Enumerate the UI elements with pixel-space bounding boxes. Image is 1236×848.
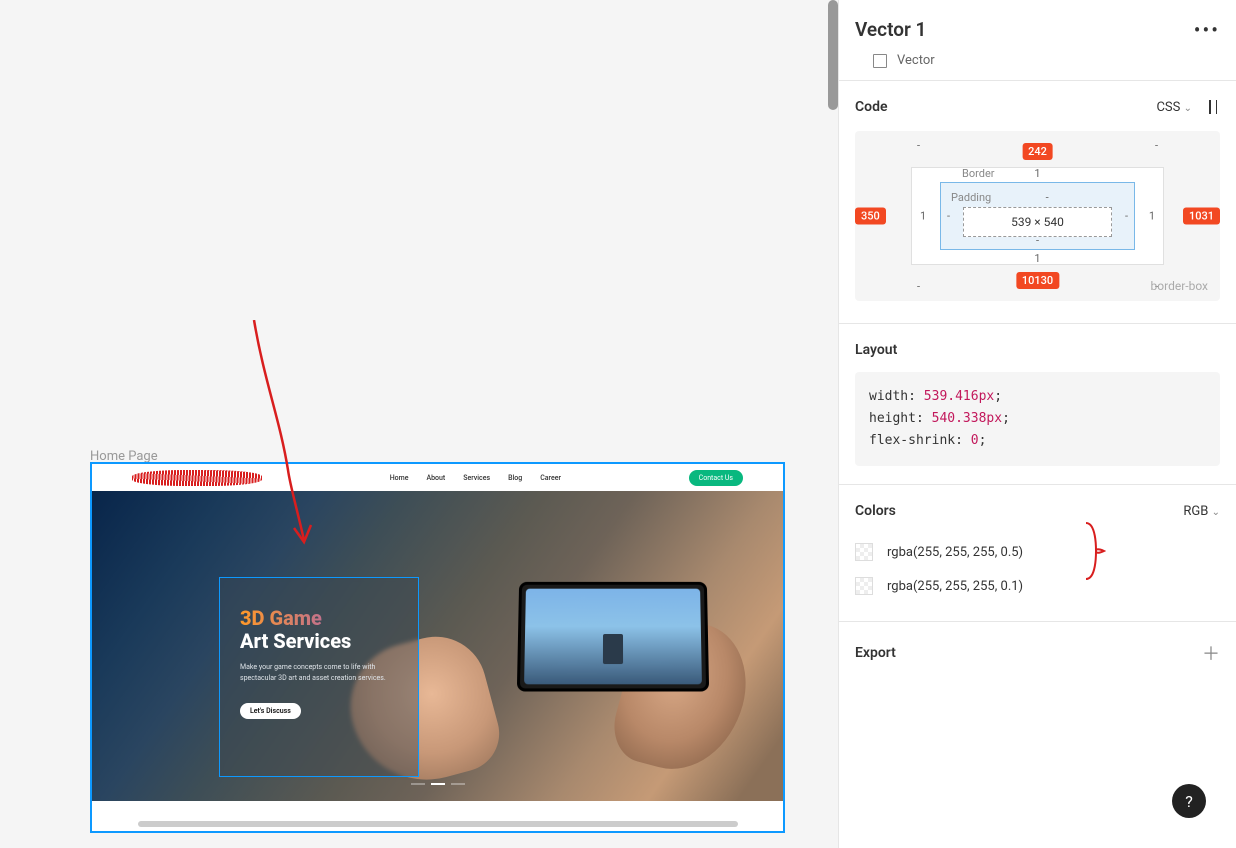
inspector-panel: Vector 1 ••• Vector Code CSS ⌄ 242 350 1…: [838, 0, 1236, 848]
code-settings-icon[interactable]: [1206, 100, 1220, 114]
code-section: Code CSS ⌄ 242 350 1031 10130 - - Border…: [839, 80, 1236, 323]
add-export-icon[interactable]: ＋: [1202, 640, 1220, 666]
mock-navbar: Home About Services Blog Career Contact …: [92, 464, 783, 491]
nav-item: Career: [540, 474, 561, 482]
nav-item: Blog: [508, 474, 522, 482]
hero-phone-screen: [524, 589, 702, 685]
color-mode-dropdown[interactable]: RGB ⌄: [1183, 504, 1220, 519]
hero-title-gradient: 3D Game: [240, 606, 398, 630]
box-sizing-label: border-box: [1151, 279, 1208, 293]
hero-section: 3D Game Art Services Make your game conc…: [92, 491, 783, 801]
code-section-label: Code: [855, 99, 888, 115]
mock-horizontal-scrollbar: [92, 801, 783, 831]
hero-phone: [517, 582, 709, 692]
mock-logo-scribble: [132, 470, 262, 486]
design-canvas[interactable]: Home Page Home About Services Blog Caree…: [0, 0, 838, 848]
color-item[interactable]: rgba(255, 255, 255, 0.1): [855, 569, 1220, 603]
layout-code-block[interactable]: width: 539.416px; height: 540.338px; fle…: [855, 372, 1220, 466]
more-options-icon[interactable]: •••: [1194, 25, 1220, 35]
layout-section-label: Layout: [855, 342, 1220, 358]
color-swatch: [855, 577, 873, 595]
margin-right-badge: 1031: [1183, 208, 1220, 225]
export-section-label: Export: [855, 645, 896, 661]
border-label: Border: [962, 167, 995, 180]
color-swatch: [855, 543, 873, 561]
colors-section: Colors RGB ⌄ rgba(255, 255, 255, 0.5) rg…: [839, 484, 1236, 621]
nav-item: Home: [390, 474, 409, 482]
nav-item: Services: [463, 474, 490, 482]
color-value: rgba(255, 255, 255, 0.1): [887, 579, 1023, 594]
frame-home-page[interactable]: Home About Services Blog Career Contact …: [90, 462, 785, 833]
canvas-scrollbar[interactable]: [828, 0, 838, 110]
padding-label: Padding: [951, 191, 991, 204]
hero-discuss-button: Let's Discuss: [240, 703, 301, 719]
color-value: rgba(255, 255, 255, 0.5): [887, 545, 1023, 560]
layer-name-title: Vector 1: [855, 18, 926, 41]
colors-section-label: Colors: [855, 503, 896, 519]
nav-item: About: [426, 474, 445, 482]
help-button[interactable]: ?: [1172, 784, 1206, 818]
carousel-dots: [411, 783, 465, 785]
vector-icon: [873, 54, 887, 68]
margin-left-badge: 350: [855, 208, 886, 225]
layout-section: Layout width: 539.416px; height: 540.338…: [839, 323, 1236, 484]
export-section: Export ＋: [839, 621, 1236, 684]
box-model-diagram[interactable]: 242 350 1031 10130 - - Border 1 1 1 1 Pa…: [855, 131, 1220, 301]
chevron-down-icon: ⌄: [1212, 507, 1220, 518]
hero-body: Make your game concepts come to life wit…: [240, 662, 390, 684]
color-item[interactable]: rgba(255, 255, 255, 0.5): [855, 535, 1220, 569]
code-lang-dropdown[interactable]: CSS ⌄: [1156, 100, 1192, 115]
layer-type-row[interactable]: Vector: [839, 49, 1236, 80]
content-size: 539 × 540: [963, 207, 1112, 237]
chevron-down-icon: ⌄: [1184, 103, 1192, 114]
selected-vector-overlay[interactable]: 3D Game Art Services Make your game conc…: [219, 577, 419, 777]
layer-type-label: Vector: [897, 53, 935, 68]
hero-title: Art Services: [240, 630, 398, 652]
mock-contact-button: Contact Us: [689, 470, 743, 486]
